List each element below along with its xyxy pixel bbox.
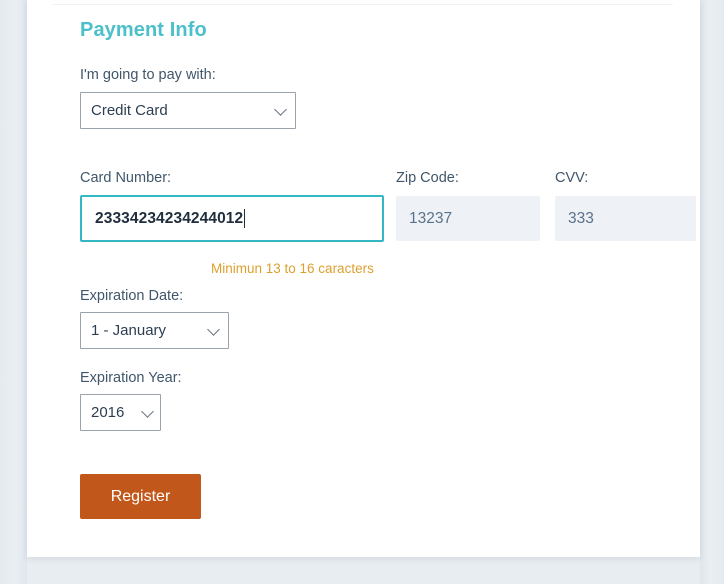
card-number-label: Card Number:: [80, 170, 172, 186]
payment-info-page: Payment Info I'm going to pay with: Cred…: [0, 0, 724, 584]
expiration-month-selected-value: 1 - January: [91, 322, 167, 339]
expiration-month-select[interactable]: 1 - January: [80, 312, 229, 349]
section-divider: [53, 4, 673, 5]
expiration-date-label: Expiration Date:: [80, 288, 184, 304]
pay-with-select[interactable]: Credit Card: [80, 92, 296, 129]
chevron-down-icon: [274, 102, 287, 116]
chevron-down-icon: [141, 404, 154, 418]
pay-with-label: I'm going to pay with:: [80, 67, 216, 83]
pay-with-selected-value: Credit Card: [91, 102, 168, 119]
cvv-label: CVV:: [555, 170, 589, 186]
card-number-value: 23334234234244012: [95, 209, 244, 227]
expiration-year-select[interactable]: 2016: [80, 394, 161, 431]
page-title: Payment Info: [80, 19, 207, 41]
cvv-value: 333: [568, 209, 594, 227]
expiration-year-selected-value: 2016: [91, 404, 125, 421]
chevron-down-icon: [207, 322, 220, 336]
card-number-input[interactable]: 23334234234244012: [80, 195, 384, 242]
text-caret: [244, 209, 246, 228]
zip-code-label: Zip Code:: [396, 170, 459, 186]
cvv-input[interactable]: 333: [555, 196, 696, 241]
page-gutter-right: [700, 0, 724, 584]
zip-code-input[interactable]: 13237: [396, 196, 540, 241]
payment-form-card: Payment Info I'm going to pay with: Cred…: [27, 0, 700, 557]
zip-code-value: 13237: [409, 209, 453, 227]
page-gutter-left: [0, 0, 27, 584]
register-button[interactable]: Register: [80, 474, 201, 519]
card-number-validation-message: Minimun 13 to 16 caracters: [211, 261, 374, 276]
expiration-year-label: Expiration Year:: [80, 370, 182, 386]
